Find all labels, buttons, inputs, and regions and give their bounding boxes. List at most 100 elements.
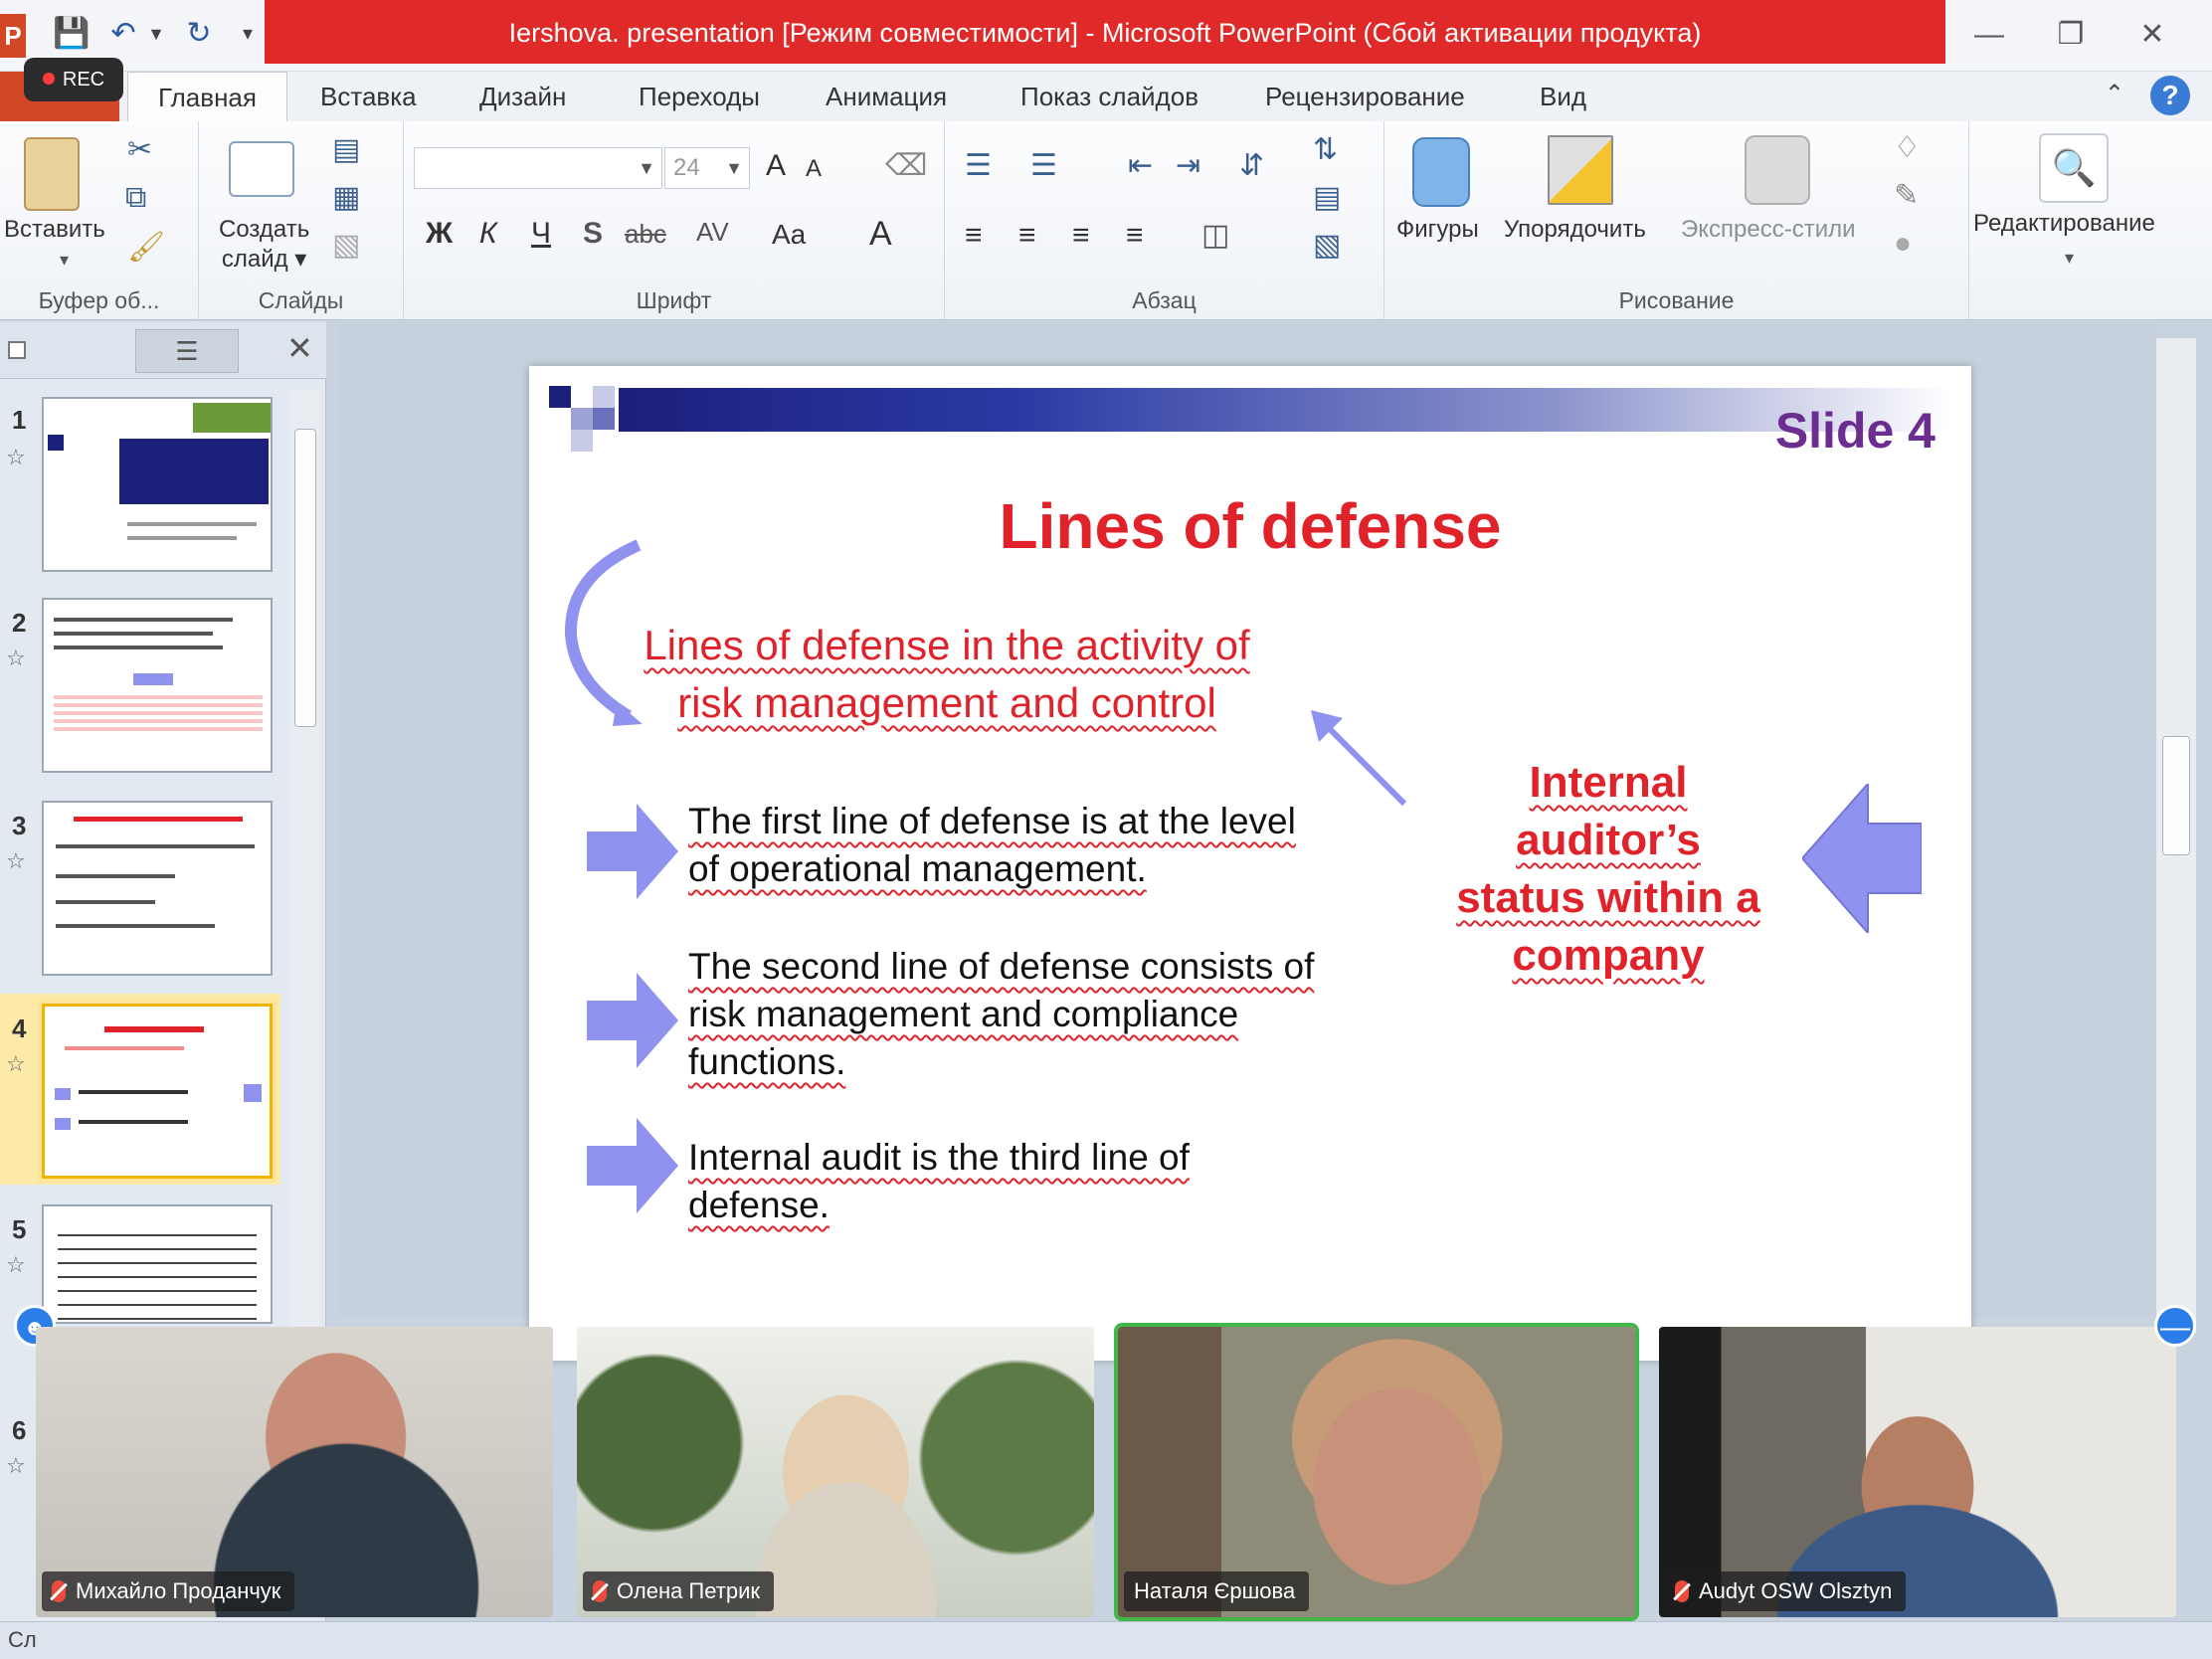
help-icon[interactable]: ? bbox=[2150, 76, 2190, 115]
bold-icon[interactable]: Ж bbox=[426, 219, 453, 249]
shape-outline-icon[interactable]: ✎ bbox=[1894, 181, 1919, 211]
collapse-ribbon-icon[interactable]: ⌃ bbox=[2105, 80, 2124, 108]
line-spacing-icon[interactable]: ⇵ bbox=[1239, 151, 1264, 181]
increase-indent-icon[interactable]: ⇥ bbox=[1176, 151, 1200, 181]
tab-view[interactable]: Вид bbox=[1540, 72, 1586, 121]
align-right-icon[interactable]: ≡ bbox=[1072, 221, 1090, 251]
new-slide-icon[interactable] bbox=[229, 141, 294, 197]
group-label-paragraph: Абзац bbox=[1132, 287, 1197, 313]
outline-tab-icon[interactable]: ☰ bbox=[135, 329, 239, 373]
tab-insert[interactable]: Вставка bbox=[320, 72, 417, 121]
justify-icon[interactable]: ≡ bbox=[1126, 221, 1144, 251]
arrange-button[interactable]: Упорядочить bbox=[1504, 215, 1646, 245]
copy-icon[interactable]: ⧉ bbox=[125, 183, 146, 213]
bullet-second-line[interactable]: The second line of defense consists of r… bbox=[688, 943, 1384, 1086]
bullet-third-line[interactable]: Internal audit is the third line of defe… bbox=[688, 1134, 1384, 1229]
text-direction-icon[interactable]: ⇅ bbox=[1313, 135, 1338, 165]
grow-font-icon[interactable]: A bbox=[766, 151, 786, 181]
bullets-icon[interactable]: ☰ bbox=[965, 151, 992, 181]
decor-square bbox=[549, 386, 571, 408]
tab-slide-show[interactable]: Показ слайдов bbox=[1020, 72, 1198, 121]
char-spacing-icon[interactable]: AV bbox=[696, 219, 729, 245]
participant-name: Наталя Єршова bbox=[1124, 1571, 1310, 1611]
tab-design[interactable]: Дизайн bbox=[479, 72, 566, 121]
numbering-icon[interactable]: ☰ bbox=[1030, 151, 1057, 181]
video-tile-1[interactable]: Михайло Проданчук bbox=[36, 1327, 553, 1617]
cut-icon[interactable]: ✂ bbox=[127, 135, 152, 165]
paste-icon[interactable] bbox=[24, 137, 80, 211]
auditor-status-text[interactable]: Internal auditor’s status within a compa… bbox=[1424, 754, 1792, 985]
font-size-combo[interactable]: 24 ▼ bbox=[664, 147, 750, 189]
slide-subtitle[interactable]: Lines of defense in the activity of risk… bbox=[629, 617, 1265, 732]
smartart-icon[interactable]: ▧ bbox=[1313, 231, 1341, 261]
maximize-icon[interactable]: ❐ bbox=[2047, 14, 2095, 56]
slide-thumbnail-2[interactable] bbox=[42, 598, 273, 773]
video-tile-2[interactable]: Олена Петрик bbox=[577, 1327, 1094, 1617]
section-icon[interactable]: ▧ bbox=[332, 231, 360, 261]
close-window-icon[interactable]: ✕ bbox=[2128, 14, 2176, 56]
align-text-icon[interactable]: ▤ bbox=[1313, 183, 1341, 213]
bullet-first-line[interactable]: The first line of defense is at the leve… bbox=[688, 798, 1384, 893]
shapes-icon[interactable] bbox=[1412, 137, 1470, 207]
clear-format-icon[interactable]: ⌫ bbox=[885, 151, 927, 181]
arrange-icon[interactable] bbox=[1548, 135, 1613, 205]
window-title: Iershova. presentation [Режим совместимо… bbox=[508, 18, 1702, 48]
transition-star-icon: ☆ bbox=[6, 1453, 26, 1478]
slides-pane-scrollbar[interactable] bbox=[290, 389, 320, 1423]
tab-home[interactable]: Главная bbox=[127, 72, 287, 121]
align-left-icon[interactable]: ≡ bbox=[965, 221, 983, 251]
tab-animation[interactable]: Анимация bbox=[826, 72, 947, 121]
decor-square bbox=[571, 430, 593, 452]
slides-tab-icon[interactable] bbox=[8, 341, 26, 359]
binoculars-icon[interactable]: 🔍 bbox=[2039, 133, 2109, 203]
quick-styles-icon[interactable] bbox=[1745, 135, 1810, 205]
quick-styles-button[interactable]: Экспресс-стили bbox=[1681, 215, 1856, 245]
minimize-videos-icon[interactable]: — bbox=[2154, 1305, 2196, 1347]
tab-review[interactable]: Рецензирование bbox=[1265, 72, 1465, 121]
decor-square bbox=[593, 408, 615, 430]
strikethrough-icon[interactable]: abc bbox=[625, 221, 666, 247]
close-pane-icon[interactable]: ✕ bbox=[286, 329, 313, 367]
slide-thumbnail-4[interactable] bbox=[42, 1004, 273, 1179]
font-color-icon[interactable]: A bbox=[869, 217, 892, 251]
layout-icon[interactable]: ▤ bbox=[332, 135, 360, 165]
underline-icon[interactable]: Ч bbox=[531, 219, 551, 249]
slide-thumbnail-3[interactable] bbox=[42, 801, 273, 976]
editing-button[interactable]: Редактирование bbox=[1973, 209, 2155, 239]
format-painter-icon[interactable]: 🖌 bbox=[127, 233, 165, 263]
reset-slide-icon[interactable]: ▦ bbox=[332, 183, 360, 213]
video-tile-4[interactable]: Audyt OSW Olsztyn bbox=[1659, 1327, 2176, 1617]
slide-title[interactable]: Lines of defense bbox=[529, 489, 1971, 563]
align-center-icon[interactable]: ≡ bbox=[1018, 221, 1036, 251]
shrink-font-icon[interactable]: A bbox=[806, 157, 822, 181]
minimize-icon[interactable]: — bbox=[1965, 14, 2013, 56]
paste-dropdown-icon[interactable]: ▾ bbox=[60, 251, 69, 269]
save-icon[interactable]: 💾 bbox=[52, 14, 92, 54]
tab-transitions[interactable]: Переходы bbox=[639, 72, 760, 121]
video-tile-3[interactable]: Наталя Єршова bbox=[1114, 1323, 1639, 1621]
shape-fill-icon[interactable]: ♢ bbox=[1894, 133, 1921, 163]
powerpoint-app-icon[interactable]: P bbox=[0, 14, 26, 58]
slide-scrollbar[interactable] bbox=[2156, 338, 2196, 1333]
bullet-arrow-icon bbox=[587, 804, 678, 899]
columns-icon[interactable]: ◫ bbox=[1201, 221, 1229, 251]
undo-dropdown-icon[interactable]: ▼ bbox=[145, 14, 167, 54]
shapes-button[interactable]: Фигуры bbox=[1396, 215, 1479, 245]
slide-thumbnail-1[interactable] bbox=[42, 397, 273, 572]
thumb-number: 3 bbox=[12, 811, 27, 840]
redo-icon[interactable]: ↻ bbox=[179, 14, 219, 54]
new-slide-button[interactable]: Создать слайд ▾ bbox=[219, 215, 309, 275]
decrease-indent-icon[interactable]: ⇤ bbox=[1128, 151, 1153, 181]
shadow-icon[interactable]: S bbox=[583, 219, 603, 249]
undo-icon[interactable]: ↶ bbox=[103, 14, 143, 54]
change-case-icon[interactable]: Aa bbox=[772, 221, 806, 249]
customize-toolbar-icon[interactable]: ▾ bbox=[233, 14, 263, 54]
slide-header-bar bbox=[619, 388, 1951, 432]
shape-effects-icon[interactable]: ● bbox=[1894, 229, 1912, 259]
slide-canvas[interactable]: Slide 4 Lines of defense Lines of defens… bbox=[529, 366, 1971, 1361]
slide-thumbnail-5[interactable] bbox=[42, 1204, 273, 1324]
italic-icon[interactable]: К bbox=[479, 219, 497, 249]
font-name-combo[interactable]: ▼ bbox=[414, 147, 662, 189]
editing-dropdown-icon[interactable]: ▾ bbox=[2065, 249, 2074, 267]
paste-button[interactable]: Вставить bbox=[4, 215, 105, 245]
